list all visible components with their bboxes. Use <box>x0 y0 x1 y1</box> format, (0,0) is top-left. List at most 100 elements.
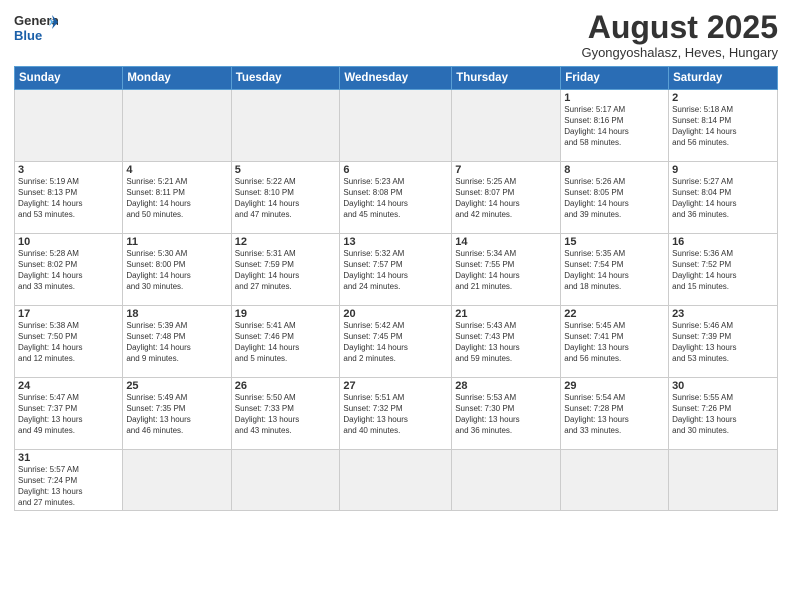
day-number: 6 <box>343 164 448 176</box>
day-info: Sunrise: 5:57 AM Sunset: 7:24 PM Dayligh… <box>18 465 119 508</box>
table-row: 2Sunrise: 5:18 AM Sunset: 8:14 PM Daylig… <box>669 90 778 162</box>
day-number: 15 <box>564 236 665 248</box>
day-info: Sunrise: 5:18 AM Sunset: 8:14 PM Dayligh… <box>672 105 774 148</box>
table-row: 10Sunrise: 5:28 AM Sunset: 8:02 PM Dayli… <box>15 234 123 306</box>
table-row: 4Sunrise: 5:21 AM Sunset: 8:11 PM Daylig… <box>123 162 231 234</box>
table-row: 27Sunrise: 5:51 AM Sunset: 7:32 PM Dayli… <box>340 378 452 450</box>
day-number: 11 <box>126 236 227 248</box>
day-info: Sunrise: 5:39 AM Sunset: 7:48 PM Dayligh… <box>126 321 227 364</box>
header-sunday: Sunday <box>15 67 123 90</box>
sub-title: Gyongyoshalasz, Heves, Hungary <box>581 45 778 60</box>
table-row <box>231 450 340 511</box>
day-number: 13 <box>343 236 448 248</box>
day-info: Sunrise: 5:47 AM Sunset: 7:37 PM Dayligh… <box>18 393 119 436</box>
table-row: 5Sunrise: 5:22 AM Sunset: 8:10 PM Daylig… <box>231 162 340 234</box>
table-row <box>123 90 231 162</box>
table-row: 23Sunrise: 5:46 AM Sunset: 7:39 PM Dayli… <box>669 306 778 378</box>
day-number: 9 <box>672 164 774 176</box>
table-row <box>452 90 561 162</box>
day-info: Sunrise: 5:25 AM Sunset: 8:07 PM Dayligh… <box>455 177 557 220</box>
day-info: Sunrise: 5:28 AM Sunset: 8:02 PM Dayligh… <box>18 249 119 292</box>
header-thursday: Thursday <box>452 67 561 90</box>
table-row: 1Sunrise: 5:17 AM Sunset: 8:16 PM Daylig… <box>561 90 669 162</box>
day-info: Sunrise: 5:45 AM Sunset: 7:41 PM Dayligh… <box>564 321 665 364</box>
day-info: Sunrise: 5:34 AM Sunset: 7:55 PM Dayligh… <box>455 249 557 292</box>
day-number: 29 <box>564 380 665 392</box>
table-row <box>15 90 123 162</box>
header-saturday: Saturday <box>669 67 778 90</box>
day-info: Sunrise: 5:43 AM Sunset: 7:43 PM Dayligh… <box>455 321 557 364</box>
day-info: Sunrise: 5:38 AM Sunset: 7:50 PM Dayligh… <box>18 321 119 364</box>
day-info: Sunrise: 5:23 AM Sunset: 8:08 PM Dayligh… <box>343 177 448 220</box>
table-row <box>561 450 669 511</box>
table-row: 22Sunrise: 5:45 AM Sunset: 7:41 PM Dayli… <box>561 306 669 378</box>
day-number: 10 <box>18 236 119 248</box>
day-number: 14 <box>455 236 557 248</box>
table-row: 13Sunrise: 5:32 AM Sunset: 7:57 PM Dayli… <box>340 234 452 306</box>
table-row: 28Sunrise: 5:53 AM Sunset: 7:30 PM Dayli… <box>452 378 561 450</box>
day-info: Sunrise: 5:31 AM Sunset: 7:59 PM Dayligh… <box>235 249 337 292</box>
day-number: 24 <box>18 380 119 392</box>
header: General Blue August 2025 Gyongyoshalasz,… <box>14 10 778 60</box>
calendar-week-row: 3Sunrise: 5:19 AM Sunset: 8:13 PM Daylig… <box>15 162 778 234</box>
table-row <box>340 450 452 511</box>
day-number: 3 <box>18 164 119 176</box>
table-row: 7Sunrise: 5:25 AM Sunset: 8:07 PM Daylig… <box>452 162 561 234</box>
day-number: 4 <box>126 164 227 176</box>
header-friday: Friday <box>561 67 669 90</box>
table-row: 18Sunrise: 5:39 AM Sunset: 7:48 PM Dayli… <box>123 306 231 378</box>
day-info: Sunrise: 5:51 AM Sunset: 7:32 PM Dayligh… <box>343 393 448 436</box>
table-row: 8Sunrise: 5:26 AM Sunset: 8:05 PM Daylig… <box>561 162 669 234</box>
svg-text:Blue: Blue <box>14 28 42 43</box>
table-row: 12Sunrise: 5:31 AM Sunset: 7:59 PM Dayli… <box>231 234 340 306</box>
day-info: Sunrise: 5:30 AM Sunset: 8:00 PM Dayligh… <box>126 249 227 292</box>
table-row: 25Sunrise: 5:49 AM Sunset: 7:35 PM Dayli… <box>123 378 231 450</box>
table-row: 3Sunrise: 5:19 AM Sunset: 8:13 PM Daylig… <box>15 162 123 234</box>
day-info: Sunrise: 5:53 AM Sunset: 7:30 PM Dayligh… <box>455 393 557 436</box>
day-info: Sunrise: 5:49 AM Sunset: 7:35 PM Dayligh… <box>126 393 227 436</box>
day-info: Sunrise: 5:36 AM Sunset: 7:52 PM Dayligh… <box>672 249 774 292</box>
table-row <box>123 450 231 511</box>
calendar-header-row: Sunday Monday Tuesday Wednesday Thursday… <box>15 67 778 90</box>
calendar-week-row: 10Sunrise: 5:28 AM Sunset: 8:02 PM Dayli… <box>15 234 778 306</box>
table-row <box>452 450 561 511</box>
day-info: Sunrise: 5:54 AM Sunset: 7:28 PM Dayligh… <box>564 393 665 436</box>
table-row: 29Sunrise: 5:54 AM Sunset: 7:28 PM Dayli… <box>561 378 669 450</box>
day-number: 23 <box>672 308 774 320</box>
calendar-week-row: 17Sunrise: 5:38 AM Sunset: 7:50 PM Dayli… <box>15 306 778 378</box>
table-row: 16Sunrise: 5:36 AM Sunset: 7:52 PM Dayli… <box>669 234 778 306</box>
day-info: Sunrise: 5:41 AM Sunset: 7:46 PM Dayligh… <box>235 321 337 364</box>
day-info: Sunrise: 5:19 AM Sunset: 8:13 PM Dayligh… <box>18 177 119 220</box>
table-row <box>231 90 340 162</box>
calendar-week-row: 31Sunrise: 5:57 AM Sunset: 7:24 PM Dayli… <box>15 450 778 511</box>
table-row: 19Sunrise: 5:41 AM Sunset: 7:46 PM Dayli… <box>231 306 340 378</box>
day-info: Sunrise: 5:42 AM Sunset: 7:45 PM Dayligh… <box>343 321 448 364</box>
table-row: 14Sunrise: 5:34 AM Sunset: 7:55 PM Dayli… <box>452 234 561 306</box>
calendar: Sunday Monday Tuesday Wednesday Thursday… <box>14 66 778 511</box>
day-info: Sunrise: 5:32 AM Sunset: 7:57 PM Dayligh… <box>343 249 448 292</box>
day-number: 22 <box>564 308 665 320</box>
table-row: 30Sunrise: 5:55 AM Sunset: 7:26 PM Dayli… <box>669 378 778 450</box>
table-row: 20Sunrise: 5:42 AM Sunset: 7:45 PM Dayli… <box>340 306 452 378</box>
day-info: Sunrise: 5:55 AM Sunset: 7:26 PM Dayligh… <box>672 393 774 436</box>
day-number: 16 <box>672 236 774 248</box>
calendar-week-row: 24Sunrise: 5:47 AM Sunset: 7:37 PM Dayli… <box>15 378 778 450</box>
day-number: 7 <box>455 164 557 176</box>
day-number: 20 <box>343 308 448 320</box>
day-number: 8 <box>564 164 665 176</box>
day-number: 21 <box>455 308 557 320</box>
table-row <box>340 90 452 162</box>
table-row: 24Sunrise: 5:47 AM Sunset: 7:37 PM Dayli… <box>15 378 123 450</box>
calendar-week-row: 1Sunrise: 5:17 AM Sunset: 8:16 PM Daylig… <box>15 90 778 162</box>
table-row: 9Sunrise: 5:27 AM Sunset: 8:04 PM Daylig… <box>669 162 778 234</box>
table-row <box>669 450 778 511</box>
table-row: 26Sunrise: 5:50 AM Sunset: 7:33 PM Dayli… <box>231 378 340 450</box>
day-number: 31 <box>18 452 119 464</box>
table-row: 31Sunrise: 5:57 AM Sunset: 7:24 PM Dayli… <box>15 450 123 511</box>
day-info: Sunrise: 5:35 AM Sunset: 7:54 PM Dayligh… <box>564 249 665 292</box>
header-monday: Monday <box>123 67 231 90</box>
day-number: 12 <box>235 236 337 248</box>
logo-svg: General Blue <box>14 10 58 46</box>
day-number: 5 <box>235 164 337 176</box>
table-row: 17Sunrise: 5:38 AM Sunset: 7:50 PM Dayli… <box>15 306 123 378</box>
